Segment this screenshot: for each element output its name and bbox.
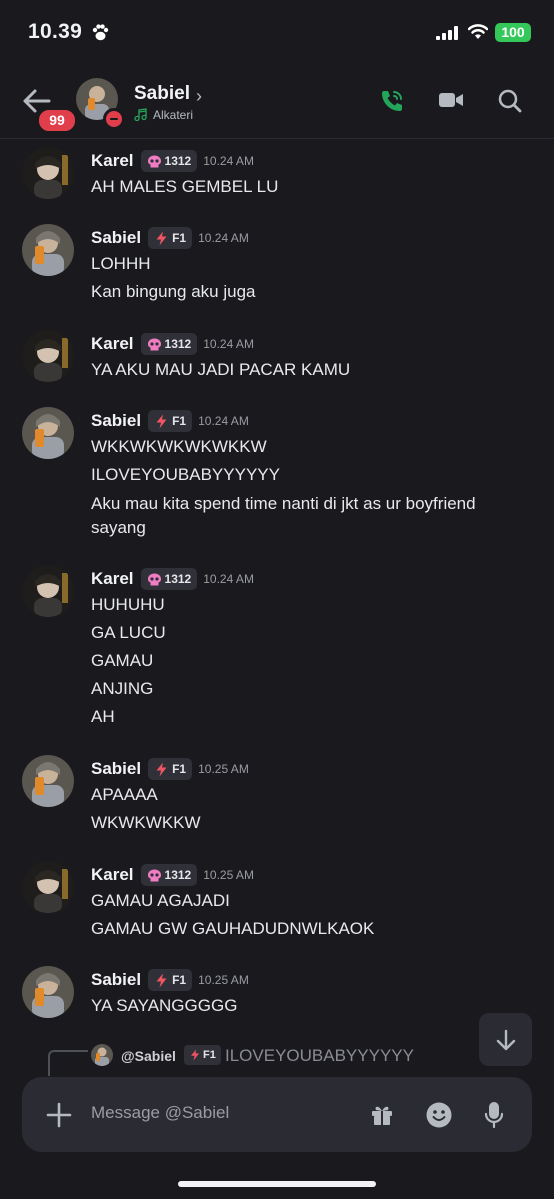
dnd-status-icon	[103, 108, 125, 130]
activity-text: Alkateri	[153, 108, 194, 122]
message-text[interactable]: GA LUCU	[91, 622, 531, 644]
message-text[interactable]: YA SAYANGGGGG	[91, 995, 531, 1017]
message-text[interactable]: APAAAA	[91, 784, 531, 806]
video-call-icon[interactable]	[438, 90, 464, 110]
server-tag-text: F1	[172, 762, 187, 776]
lightning-icon	[156, 973, 167, 987]
message-author[interactable]: Karel	[91, 569, 134, 589]
message-text[interactable]: AH MALES GEMBEL LU	[91, 176, 531, 198]
chevron-right-icon[interactable]: ›	[196, 86, 202, 107]
arrow-down-icon	[496, 1029, 515, 1050]
avatar[interactable]	[22, 330, 74, 382]
skull-icon	[147, 155, 161, 167]
server-tag-text: F1	[172, 231, 187, 245]
reply-preview[interactable]: @Sabiel F1 ILOVEYOUBABYYYYYY	[0, 1040, 554, 1076]
message-text[interactable]: WKWKWKKW	[91, 812, 531, 834]
avatar[interactable]	[22, 147, 74, 199]
message-timestamp: 10.24 AM	[198, 414, 249, 428]
server-tag: F1	[148, 758, 193, 780]
message-author[interactable]: Karel	[91, 151, 134, 171]
status-bar: 10.39 100	[0, 0, 554, 68]
message-text[interactable]: Aku mau kita spend time nanti di jkt as …	[91, 492, 531, 540]
voice-call-icon[interactable]	[379, 88, 405, 114]
reply-text: ILOVEYOUBABYYYYYY	[225, 1046, 414, 1065]
activity-status: Alkateri	[134, 108, 193, 122]
lightning-icon	[191, 1049, 199, 1061]
message-timestamp: 10.24 AM	[203, 337, 254, 351]
message-timestamp: 10.25 AM	[198, 973, 249, 987]
message-timestamp: 10.25 AM	[198, 762, 249, 776]
message-timestamp: 10.24 AM	[203, 572, 254, 586]
message-text[interactable]: ILOVEYOUBABYYYYYY	[91, 464, 531, 486]
message-text[interactable]: GAMAU	[91, 650, 531, 672]
status-time: 10.39	[28, 20, 83, 43]
server-tag: F1	[148, 969, 193, 991]
message-timestamp: 10.24 AM	[203, 154, 254, 168]
message-author[interactable]: Sabiel	[91, 759, 141, 779]
server-tag-text: F1	[172, 973, 187, 987]
wifi-icon	[468, 24, 488, 39]
server-tag: F1	[148, 227, 193, 249]
message-text[interactable]: ANJING	[91, 678, 531, 700]
search-icon[interactable]	[497, 88, 523, 114]
server-tag: F1	[148, 410, 193, 432]
skull-icon	[147, 869, 161, 881]
server-tag: 1312	[140, 333, 198, 355]
message-author[interactable]: Sabiel	[91, 411, 141, 431]
avatar[interactable]	[22, 565, 74, 617]
music-note-icon	[134, 108, 147, 122]
message-author[interactable]: Karel	[91, 865, 134, 885]
message-author[interactable]: Karel	[91, 334, 134, 354]
chat-header: 99 Sabiel › Alkateri	[0, 68, 554, 139]
reply-author: @Sabiel	[121, 1048, 176, 1064]
emoji-icon[interactable]	[425, 1101, 453, 1129]
server-tag-text: F1	[203, 1049, 216, 1061]
message-text[interactable]: Kan bingung aku juga	[91, 281, 531, 303]
gift-icon[interactable]	[370, 1103, 394, 1127]
message-composer: Message @Sabiel	[22, 1077, 532, 1152]
server-tag: 1312	[140, 568, 198, 590]
signal-icon	[436, 26, 458, 40]
server-tag: 1312	[140, 864, 198, 886]
message-text[interactable]: GAMAU AGAJADI	[91, 890, 531, 912]
avatar[interactable]	[22, 407, 74, 459]
message-author[interactable]: Sabiel	[91, 970, 141, 990]
message-text[interactable]: LOHHH	[91, 253, 531, 275]
message-text[interactable]: WKKWKWKWKWKKW	[91, 436, 531, 458]
server-tag-text: F1	[172, 414, 187, 428]
skull-icon	[147, 573, 161, 585]
microphone-icon[interactable]	[483, 1101, 505, 1129]
message-text[interactable]: HUHUHU	[91, 594, 531, 616]
message-author[interactable]: Sabiel	[91, 228, 141, 248]
message-text[interactable]: GAMAU GW GAUHADUDNWLKAOK	[91, 918, 531, 940]
server-tag-text: 1312	[164, 572, 192, 586]
lightning-icon	[156, 231, 167, 245]
reply-connector	[48, 1050, 88, 1076]
lightning-icon	[156, 414, 167, 428]
server-tag-text: 1312	[164, 337, 192, 351]
lightning-icon	[156, 762, 167, 776]
server-tag-text: 1312	[164, 154, 192, 168]
home-indicator	[178, 1181, 376, 1187]
message-timestamp: 10.25 AM	[203, 868, 254, 882]
server-tag-text: 1312	[164, 868, 192, 882]
avatar[interactable]	[22, 755, 74, 807]
message-input[interactable]: Message @Sabiel	[91, 1103, 229, 1123]
message-timestamp: 10.24 AM	[198, 231, 249, 245]
plus-icon[interactable]	[46, 1102, 72, 1128]
avatar[interactable]	[22, 861, 74, 913]
unread-badge: 99	[37, 108, 77, 133]
server-tag: 1312	[140, 150, 198, 172]
message-text[interactable]: YA AKU MAU JADI PACAR KAMU	[91, 359, 531, 381]
battery-indicator: 100	[495, 23, 531, 42]
avatar	[91, 1044, 113, 1066]
message-text[interactable]: AH	[91, 706, 531, 728]
skull-icon	[147, 338, 161, 350]
avatar[interactable]	[22, 224, 74, 276]
server-tag: F1	[184, 1045, 221, 1065]
jump-to-latest-button[interactable]	[479, 1013, 532, 1066]
paw-icon	[92, 24, 109, 41]
avatar[interactable]	[22, 966, 74, 1018]
dm-username[interactable]: Sabiel	[134, 83, 190, 105]
